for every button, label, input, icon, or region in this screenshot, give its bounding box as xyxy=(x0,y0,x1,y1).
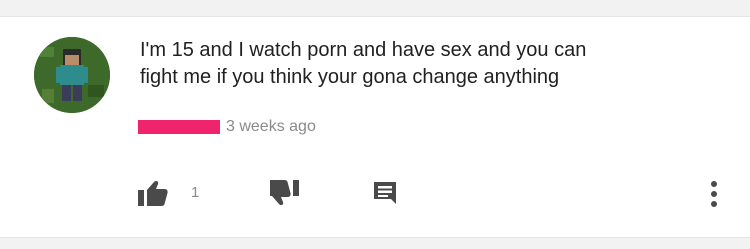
dislike-button[interactable] xyxy=(270,180,304,210)
comment-action-bar: 1 xyxy=(0,172,750,212)
comment-meta: 3 weeks ago xyxy=(138,117,316,137)
comment-text-line-1: I'm 15 and I watch porn and have sex and… xyxy=(140,39,587,61)
comment-text: I'm 15 and I watch porn and have sex and… xyxy=(140,37,700,91)
like-count: 1 xyxy=(191,184,200,201)
more-vert-icon xyxy=(702,178,726,210)
more-options-button[interactable] xyxy=(702,178,726,210)
avatar-image xyxy=(34,37,110,113)
author-name-redacted xyxy=(138,120,220,134)
comment-card: I'm 15 and I watch porn and have sex and… xyxy=(0,16,750,238)
reply-button[interactable] xyxy=(372,180,402,210)
comment-text-line-2: fight me if you think your gona change a… xyxy=(140,66,560,88)
avatar[interactable] xyxy=(34,37,110,113)
like-button[interactable] xyxy=(138,178,178,208)
thumb-up-icon xyxy=(138,180,168,206)
thumb-down-icon xyxy=(270,180,304,206)
reply-icon xyxy=(372,180,402,206)
timestamp: 3 weeks ago xyxy=(226,118,316,135)
